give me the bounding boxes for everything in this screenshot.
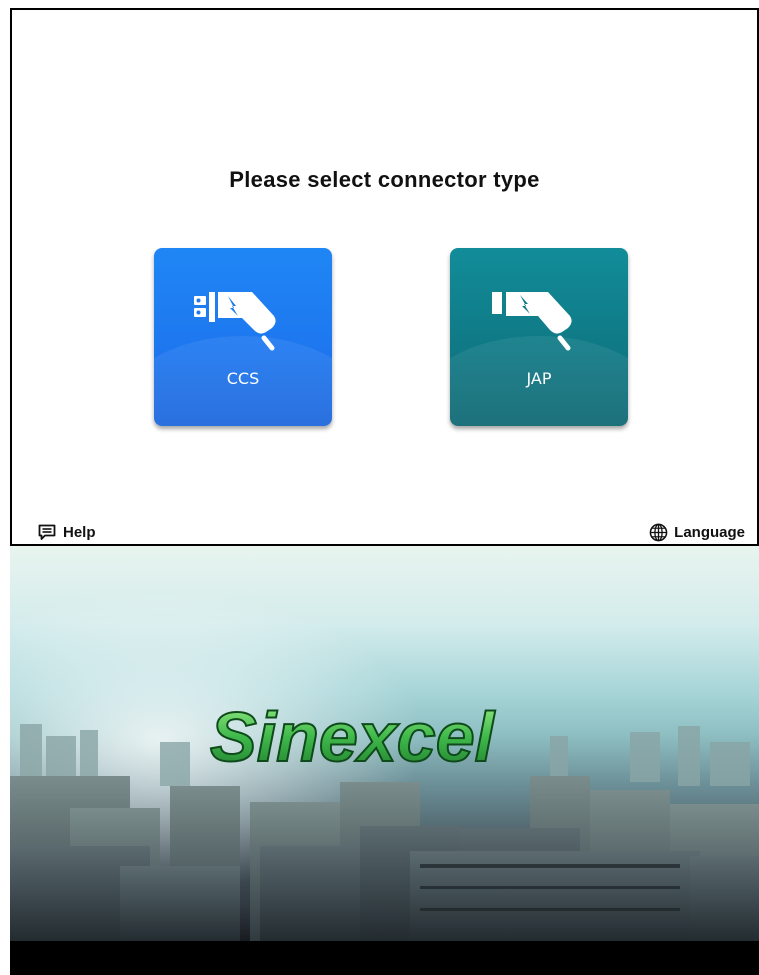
globe-icon — [649, 523, 668, 542]
sinexcel-logo: Sinexcel — [210, 698, 496, 776]
ccs-connector-button[interactable]: CCS — [154, 248, 332, 426]
promo-video-banner: Sinexcel — [10, 544, 759, 975]
help-button[interactable]: Help — [38, 524, 96, 541]
city-skyline-image: Sinexcel — [10, 546, 759, 975]
jap-connector-button[interactable]: JAP — [450, 248, 628, 426]
jap-plug-icon — [492, 292, 572, 351]
ccs-label: CCS — [226, 369, 260, 388]
help-label: Help — [63, 524, 96, 541]
language-button[interactable]: Language — [649, 523, 745, 542]
ccs-plug-icon — [194, 292, 276, 351]
jap-label: JAP — [526, 369, 552, 388]
page-title: Please select connector type — [229, 167, 540, 192]
chat-bubble-icon — [38, 524, 56, 540]
language-label: Language — [674, 524, 745, 541]
connector-select-panel: Please select connector type CCS JAP Hel… — [10, 8, 759, 544]
banner-bottom-bar — [10, 941, 759, 975]
